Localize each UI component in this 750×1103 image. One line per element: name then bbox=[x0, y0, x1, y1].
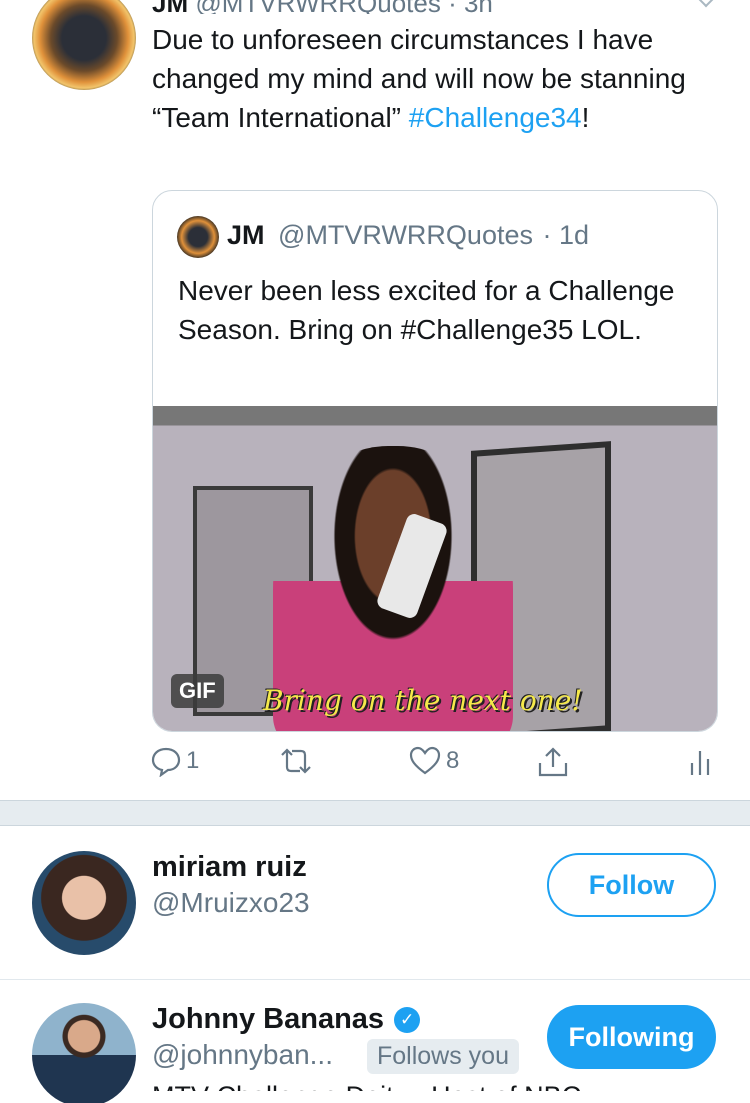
following-button[interactable]: Following bbox=[547, 1005, 716, 1069]
gif-caption: Bring on the next one! bbox=[263, 684, 583, 717]
author-handle: @MTVRWRRQuotes · 3h bbox=[195, 0, 493, 14]
author-name[interactable]: JM bbox=[152, 0, 188, 14]
retweet-icon bbox=[281, 748, 311, 774]
quoted-time: · 1d bbox=[542, 220, 590, 250]
gif-badge: GIF bbox=[171, 674, 224, 708]
reply-icon bbox=[151, 747, 181, 777]
section-divider bbox=[0, 800, 750, 826]
quoted-author-handle: @MTVRWRRQuotes bbox=[278, 220, 533, 250]
analytics-icon bbox=[690, 751, 710, 775]
retweet-button[interactable] bbox=[276, 745, 320, 777]
quoted-author-avatar bbox=[177, 216, 219, 258]
tweet-actions: 1 8 bbox=[0, 745, 750, 785]
share-button[interactable] bbox=[536, 745, 570, 779]
user-suggestion[interactable]: Johnny Bananas ✓ @johnnyban... Follows yo… bbox=[0, 981, 750, 1103]
user-handle: @johnnyban... bbox=[152, 1039, 333, 1070]
reply-count: 1 bbox=[186, 747, 200, 774]
user-handle: @Mruizxo23 bbox=[152, 887, 310, 918]
tweet[interactable]: JM @MTVRWRRQuotes · 3h Due to unforeseen… bbox=[0, 0, 750, 800]
follow-button[interactable]: Follow bbox=[547, 853, 716, 917]
user-name: Johnny Bananas bbox=[152, 1003, 385, 1035]
share-icon bbox=[538, 747, 568, 777]
hashtag-link[interactable]: #Challenge34 bbox=[409, 102, 582, 133]
quoted-tweet[interactable]: JM @MTVRWRRQuotes · 1d Never been less e… bbox=[152, 190, 718, 732]
quoted-author-name: JM bbox=[227, 220, 265, 250]
user-bio: MTV Challenge Deity · Host of NBC bbox=[152, 1081, 581, 1091]
user-suggestion[interactable]: miriam ruiz @Mruizxo23 Follow bbox=[0, 827, 750, 980]
user-name-row: Johnny Bananas ✓ bbox=[152, 1003, 421, 1036]
gif-media[interactable]: GIF Bring on the next one! bbox=[153, 406, 717, 731]
avatar[interactable] bbox=[32, 1003, 136, 1103]
quoted-header: JM @MTVRWRRQuotes · 1d bbox=[227, 220, 589, 251]
verified-icon: ✓ bbox=[394, 1007, 421, 1034]
chevron-down-icon[interactable] bbox=[694, 0, 718, 8]
user-name: miriam ruiz bbox=[152, 851, 307, 883]
avatar[interactable] bbox=[32, 851, 136, 955]
tweet-text-end: ! bbox=[581, 102, 590, 133]
author-avatar[interactable] bbox=[32, 0, 136, 90]
heart-icon bbox=[409, 746, 441, 775]
like-count: 8 bbox=[446, 747, 460, 774]
quoted-text: Never been less excited for a Challenge … bbox=[178, 275, 675, 345]
follows-you-badge: Follows you bbox=[367, 1039, 519, 1074]
tweet-text: Due to unforeseen circumstances I have c… bbox=[152, 20, 722, 137]
tweet-header: JM @MTVRWRRQuotes · 3h bbox=[152, 0, 493, 14]
analytics-button[interactable] bbox=[688, 745, 714, 777]
like-button[interactable]: 8 bbox=[408, 745, 459, 777]
reply-button[interactable]: 1 bbox=[150, 745, 199, 777]
